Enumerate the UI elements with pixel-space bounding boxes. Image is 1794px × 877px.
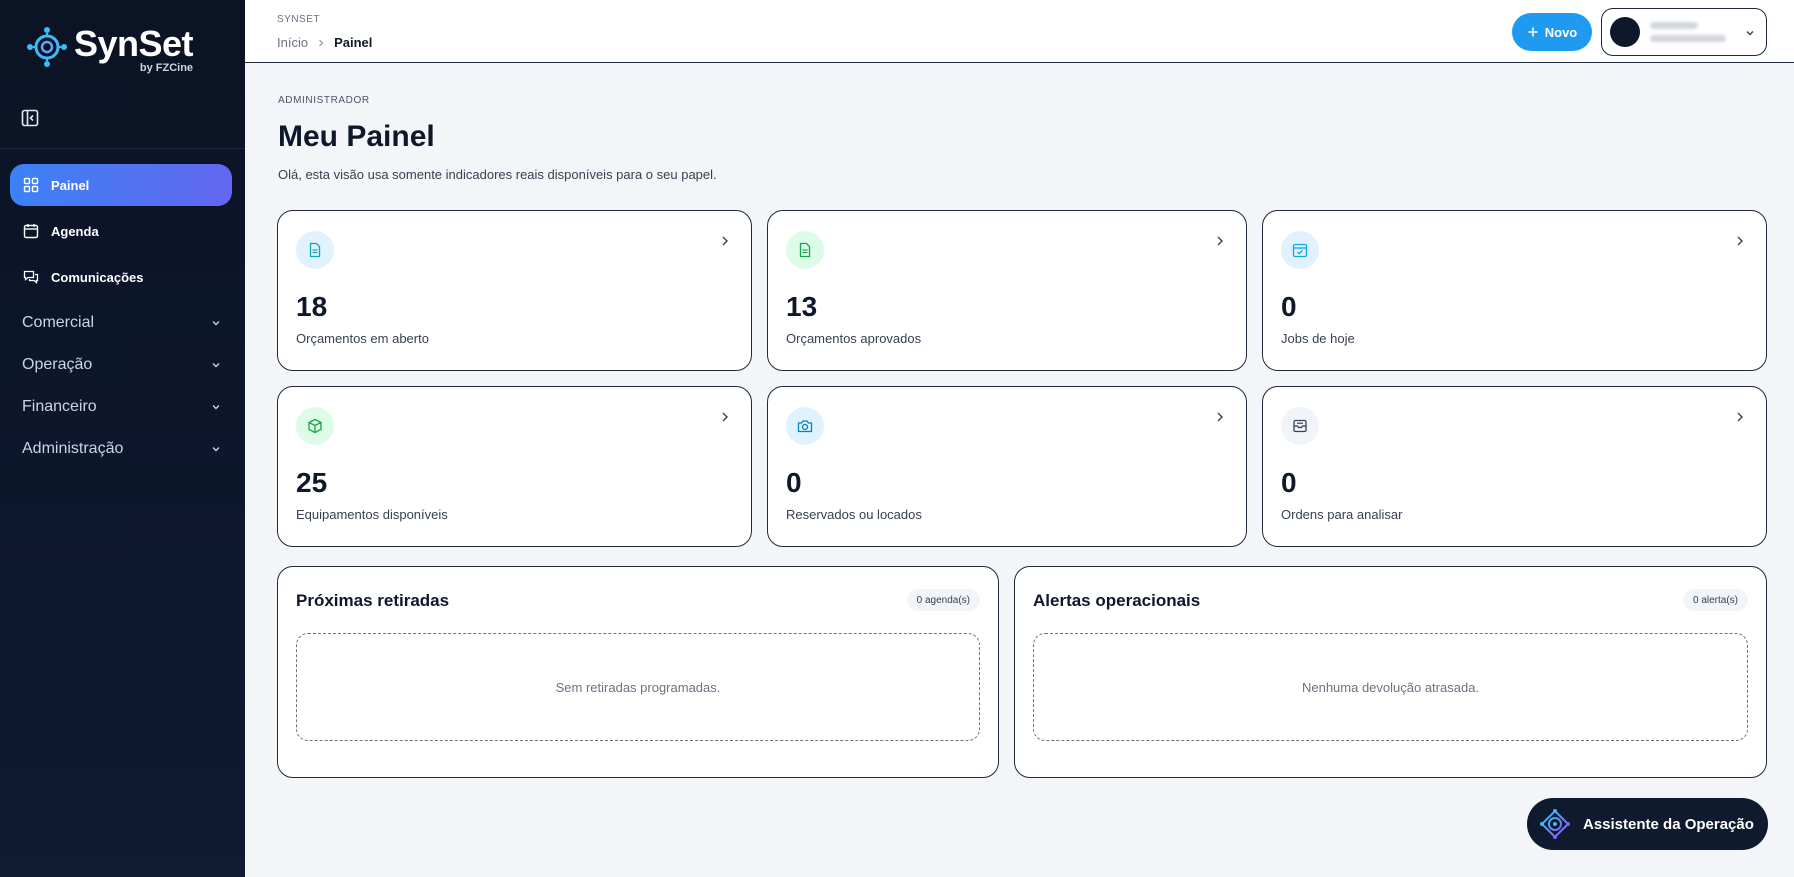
brand-subtitle: by FZCine [139, 62, 194, 74]
sidebar-item-agenda[interactable]: Agenda [10, 210, 232, 252]
plus-icon [1528, 27, 1538, 37]
kpi-card-reservados[interactable]: 0 Reservados ou locados [767, 386, 1247, 547]
brand-logo[interactable]: SynSet by FZCine [24, 23, 194, 74]
kpi-value: 13 [786, 291, 818, 322]
kpi-value: 25 [296, 467, 328, 498]
breadcrumb-current: Painel [334, 35, 373, 50]
kpi-icon-wrap [296, 407, 334, 445]
kpi-icon-wrap [296, 231, 334, 269]
kpi-label: Orçamentos aprovados [786, 331, 922, 346]
document-check-icon [799, 242, 811, 258]
sidebar-group-administracao[interactable]: Administração [10, 428, 232, 470]
breadcrumb: Início Painel [277, 35, 372, 50]
kpi-card-equipamentos[interactable]: 25 Equipamentos disponíveis [277, 386, 752, 547]
topbar: SYNSET Início Painel Novo [245, 0, 1794, 63]
kpi-label: Equipamentos disponíveis [296, 507, 448, 522]
count-badge: 0 agenda(s) [906, 589, 980, 611]
page-subtitle: Olá, esta visão usa somente indicadores … [278, 167, 717, 182]
kpi-value: 18 [296, 291, 328, 322]
panel-title: Próximas retiradas [296, 591, 450, 610]
sidebar-item-painel[interactable]: Painel [10, 164, 232, 206]
chevron-right-icon [319, 39, 324, 46]
kpi-icon-wrap [1281, 407, 1319, 445]
chevron-right-icon [1737, 412, 1743, 422]
synset-logo-icon [27, 27, 67, 67]
kpi-card-jobs-hoje[interactable]: 0 Jobs de hoje [1262, 210, 1767, 371]
user-menu[interactable] [1601, 8, 1767, 56]
sidebar-group-label: Operação [22, 356, 93, 373]
panel-alertas-operacionais: Alertas operacionais 0 alerta(s) Nenhuma… [1014, 566, 1767, 778]
chevron-right-icon [722, 236, 728, 246]
document-icon [309, 242, 321, 258]
page-title: Meu Painel [278, 120, 435, 153]
assistant-icon [1540, 809, 1570, 839]
sidebar-group-comercial[interactable]: Comercial [10, 302, 232, 344]
kpi-value: 0 [1281, 291, 1297, 322]
calendar-icon [23, 224, 39, 239]
kpi-label: Reservados ou locados [786, 507, 922, 522]
main-content: ADMINISTRADOR Meu Painel Olá, esta visão… [245, 64, 1794, 877]
chevron-right-icon [722, 412, 728, 422]
sidebar-group-label: Financeiro [22, 398, 97, 415]
sidebar-group-financeiro[interactable]: Financeiro [10, 386, 232, 428]
empty-state: Nenhuma devolução atrasada. [1033, 633, 1748, 741]
chevron-right-icon [1737, 236, 1743, 246]
panel-proximas-retiradas: Próximas retiradas 0 agenda(s) Sem retir… [277, 566, 999, 778]
sidebar-item-label: Painel [51, 177, 90, 193]
brand-name: SynSet [74, 23, 194, 64]
breadcrumb-home-link[interactable]: Início [277, 35, 308, 50]
role-label: ADMINISTRADOR [278, 95, 370, 106]
collapse-sidebar-icon[interactable] [20, 108, 40, 128]
kpi-label: Jobs de hoje [1281, 331, 1355, 346]
chevron-right-icon [1217, 236, 1223, 246]
grid-icon [23, 177, 39, 193]
section-label: SYNSET [277, 14, 321, 25]
kpi-label: Orçamentos em aberto [296, 331, 429, 346]
sidebar-item-label: Agenda [51, 223, 99, 239]
empty-state: Sem retiradas programadas. [296, 633, 980, 741]
avatar [1610, 17, 1640, 47]
kpi-value: 0 [1281, 467, 1297, 498]
chevron-down-icon [1746, 31, 1754, 36]
sidebar-group-label: Comercial [22, 314, 95, 331]
chevron-right-icon [1217, 412, 1223, 422]
inbox-icon [1293, 419, 1307, 433]
chevron-down-icon [212, 363, 220, 368]
kpi-card-orcamentos-aprovados[interactable]: 13 Orçamentos aprovados [767, 210, 1247, 371]
new-button-label: Novo [1544, 24, 1578, 40]
kpi-icon-wrap [786, 407, 824, 445]
kpi-label: Ordens para analisar [1281, 507, 1403, 522]
assistant-label: Assistente da Operação [1583, 815, 1754, 833]
sidebar-nav: Painel Agenda Comunicações Comercial Ope… [10, 164, 232, 470]
sidebar-group-label: Administração [22, 440, 124, 457]
chevron-down-icon [212, 321, 220, 326]
kpi-card-ordens[interactable]: 0 Ordens para analisar [1262, 386, 1767, 547]
new-button[interactable]: Novo [1512, 13, 1592, 51]
sidebar-item-comunicacoes[interactable]: Comunicações [10, 256, 232, 298]
package-icon [308, 418, 322, 434]
sidebar-divider [0, 148, 245, 149]
count-badge: 0 alerta(s) [1682, 589, 1748, 611]
kpi-icon-wrap [1281, 231, 1319, 269]
chevron-down-icon [212, 447, 220, 452]
chat-icon [23, 270, 39, 284]
panel-title: Alertas operacionais [1033, 591, 1201, 610]
camera-icon [797, 420, 813, 433]
sidebar-item-label: Comunicações [51, 269, 144, 285]
sidebar: SynSet by FZCine Painel Agenda Comunicaç… [0, 0, 245, 877]
sidebar-group-operacao[interactable]: Operação [10, 344, 232, 386]
kpi-card-orcamentos-abertos[interactable]: 18 Orçamentos em aberto [277, 210, 752, 371]
kpi-value: 0 [786, 467, 802, 498]
chevron-down-icon [212, 405, 220, 410]
user-info-redacted [1650, 22, 1726, 42]
kpi-icon-wrap [786, 231, 824, 269]
assistant-button[interactable]: Assistente da Operação [1527, 798, 1768, 850]
calendar-check-icon [1292, 243, 1308, 258]
